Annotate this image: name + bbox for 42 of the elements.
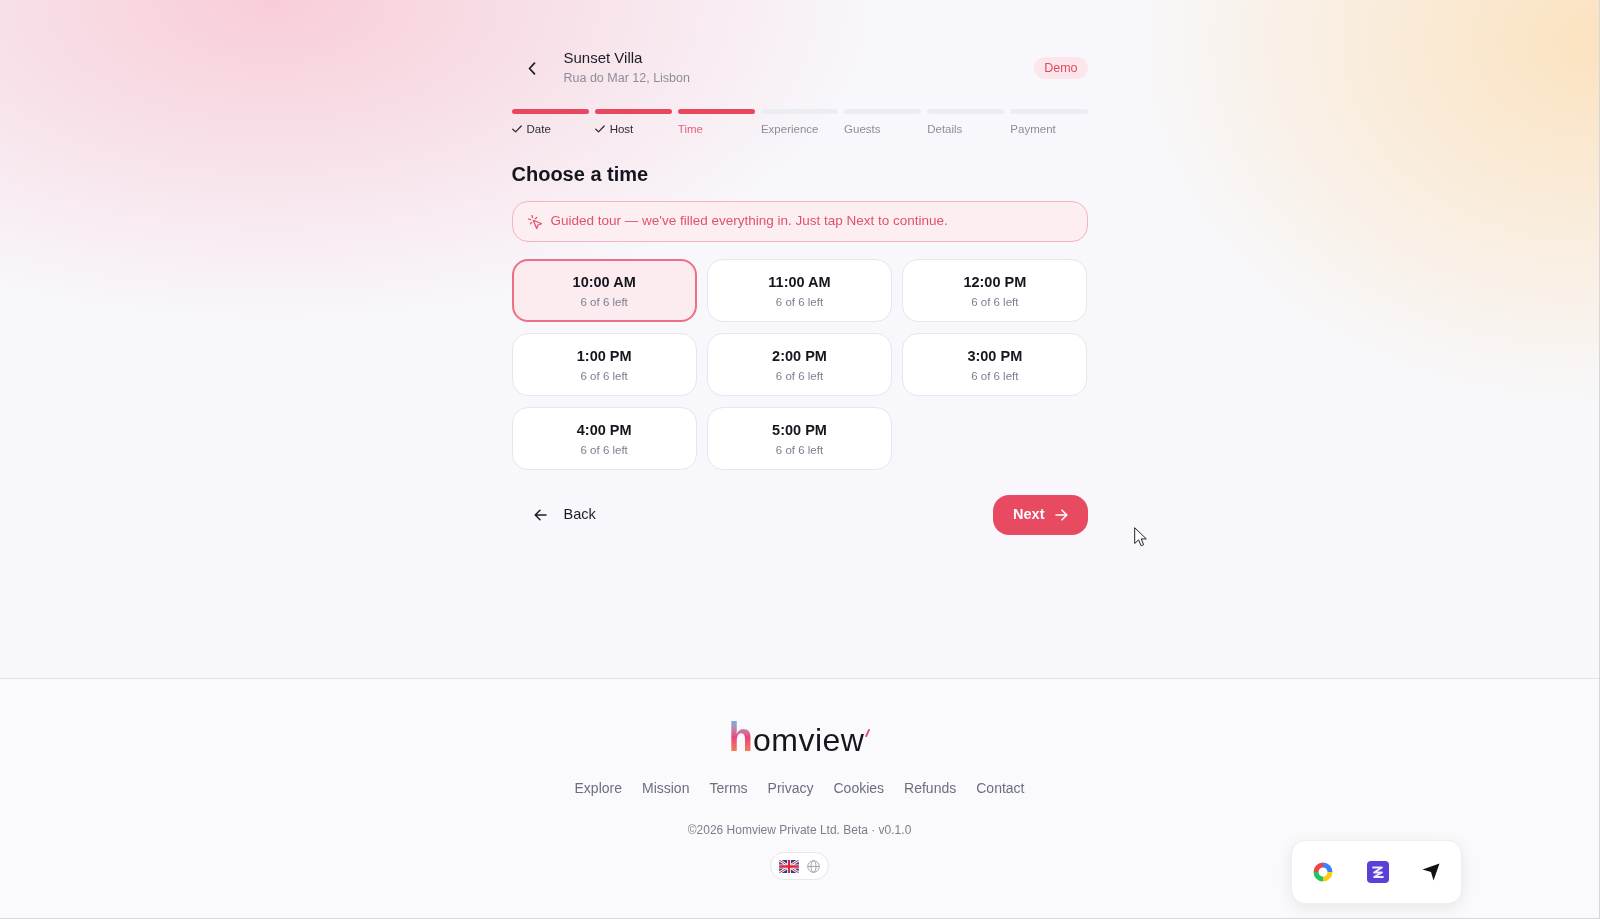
footer-link[interactable]: Explore: [574, 778, 622, 798]
venue-title: Sunset Villa: [563, 48, 644, 68]
arrow-left-icon: [533, 509, 547, 521]
copyright-text: ©2026 Homview Private Ltd. Beta · v0.1.0: [687, 822, 912, 838]
navigation-arrow-icon[interactable]: [1422, 863, 1440, 881]
ring-icon[interactable]: [1313, 862, 1333, 882]
step-label: Date: [526, 122, 551, 137]
footer-link[interactable]: Mission: [642, 778, 690, 798]
venue-address: Rua do Mar 12, Lisbon: [563, 70, 690, 87]
page-heading: Choose a time: [511, 162, 650, 187]
globe-icon: [807, 859, 820, 873]
back-button[interactable]: Back: [511, 495, 602, 535]
footer-link[interactable]: Privacy: [767, 778, 814, 798]
time-slot[interactable]: 11:00 AM 6 of 6 left: [706, 259, 893, 322]
logo: homview: [728, 719, 871, 755]
step-label: Details: [927, 122, 963, 137]
footer-link[interactable]: Contact: [976, 778, 1025, 798]
step-label: Time: [677, 122, 703, 137]
flag-icon: [779, 859, 799, 873]
footer-link[interactable]: Terms: [709, 778, 748, 798]
app-tile-icon[interactable]: [1366, 861, 1389, 883]
pointer-click-icon: [527, 214, 542, 229]
notice-text: Guided tour — we've filled everything in. Just tap Next to continue.: [550, 212, 948, 231]
time-slot[interactable]: 12:00 PM 6 of 6 left: [902, 259, 1088, 322]
time-slot[interactable]: 3:00 PM 6 of 6 left: [902, 333, 1088, 396]
step-label: Experience: [760, 122, 819, 137]
time-slot[interactable]: 5:00 PM 6 of 6 left: [706, 407, 893, 470]
back-chevron-icon[interactable]: [527, 61, 536, 75]
time-slot[interactable]: 4:00 PM 6 of 6 left: [511, 407, 697, 470]
time-slot[interactable]: 2:00 PM 6 of 6 left: [706, 333, 893, 396]
step-label: Payment: [1010, 122, 1056, 137]
demo-badge: Demo: [1034, 57, 1088, 79]
footer-link[interactable]: Cookies: [833, 778, 885, 798]
next-button[interactable]: Next: [993, 495, 1088, 535]
step-label: Guests: [844, 122, 881, 137]
time-slot[interactable]: 1:00 PM 6 of 6 left: [511, 333, 697, 396]
mouse-pointer-icon: [1134, 527, 1147, 547]
language-button[interactable]: [770, 852, 829, 880]
arrow-right-icon: [1054, 509, 1068, 521]
step-label: Host: [609, 122, 634, 137]
footer-link[interactable]: Refunds: [904, 778, 957, 798]
time-slot[interactable]: 10:00 AM 6 of 6 left: [511, 259, 697, 322]
